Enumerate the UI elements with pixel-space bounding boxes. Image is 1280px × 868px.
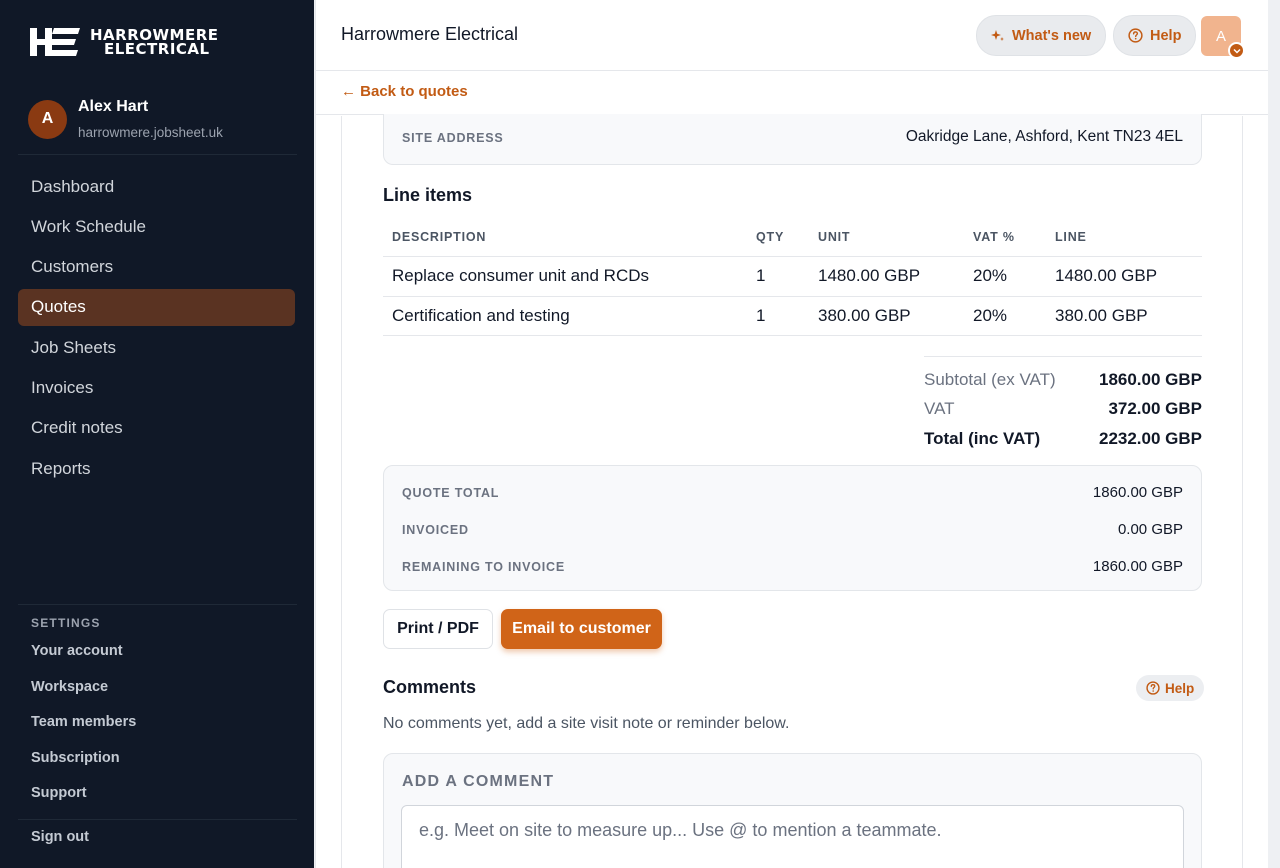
avatar: A [28, 99, 67, 139]
column-header-vat: VAT % [973, 230, 1015, 244]
sidebar-item-quotes[interactable]: Quotes [18, 288, 295, 326]
help-label: Help [1150, 27, 1182, 44]
chevron-down-icon [1228, 42, 1245, 59]
totals-block: Subtotal (ex VAT) 1860.00 GBP VAT 372.00… [924, 356, 1202, 448]
vat-row: VAT 372.00 GBP [924, 399, 1202, 429]
cell-qty: 1 [756, 266, 766, 285]
sidebar-item-customers[interactable]: Customers [18, 249, 295, 286]
help-label: Help [1165, 680, 1195, 696]
column-header-line: LINE [1055, 230, 1087, 244]
user-domain: harrowmere.jobsheet.uk [78, 125, 223, 140]
comments-help-button[interactable]: Help [1136, 675, 1205, 701]
vat-label: VAT [924, 399, 955, 418]
site-address-label: SITE ADDRESS [402, 131, 504, 145]
brand-logo[interactable]: HARROWMERE ELECTRICAL [30, 26, 219, 58]
settings-heading: SETTINGS [31, 616, 101, 630]
topbar: Harrowmere Electrical What's new Help A [316, 0, 1269, 71]
whats-new-button[interactable]: What's new [976, 15, 1107, 56]
sign-out-link[interactable]: Sign out [31, 829, 89, 845]
cell-line: 1480.00 GBP [1055, 266, 1158, 285]
column-header-description: DESCRIPTION [392, 230, 487, 244]
main-panel: Harrowmere Electrical What's new Help A … [315, 0, 1269, 868]
subtotal-row: Subtotal (ex VAT) 1860.00 GBP [924, 370, 1202, 400]
user-profile[interactable]: A Alex Hart harrowmere.jobsheet.uk [28, 98, 223, 140]
cell-line: 380.00 GBP [1055, 306, 1148, 325]
empty-comments-text: No comments yet, add a site visit note o… [383, 715, 790, 732]
settings-item-subscription[interactable]: Subscription [31, 750, 136, 786]
page-title: Harrowmere Electrical [341, 24, 519, 44]
settings-nav: Your account Workspace Team members Subs… [31, 643, 136, 821]
add-comment-label: ADD A COMMENT [402, 773, 555, 790]
back-bar: ← Back to quotes [316, 72, 1269, 115]
settings-item-team-members[interactable]: Team members [31, 714, 136, 750]
comments-heading: Comments [383, 677, 477, 697]
cell-unit: 1480.00 GBP [818, 266, 921, 285]
whats-new-label: What's new [1012, 27, 1092, 44]
quote-detail: SITE ADDRESS Oakridge Lane, Ashford, Ken… [341, 114, 1243, 868]
cell-vat: 20% [973, 306, 1008, 325]
settings-item-workspace[interactable]: Workspace [31, 679, 136, 715]
sidebar-item-job-sheets[interactable]: Job Sheets [18, 329, 295, 366]
vat-value: 372.00 GBP [1108, 399, 1202, 418]
divider [18, 819, 297, 820]
table-row: Certification and testing 1 380.00 GBP 2… [383, 296, 1202, 336]
sidebar: HARROWMERE ELECTRICAL A Alex Hart harrow… [0, 0, 314, 868]
subtotal-label: Subtotal (ex VAT) [924, 370, 1056, 389]
sidebar-item-work-schedule[interactable]: Work Schedule [18, 208, 295, 245]
remaining-label: REMAINING TO INVOICE [402, 560, 566, 574]
subtotal-value: 1860.00 GBP [1098, 370, 1202, 389]
account-menu-button[interactable]: A [1201, 16, 1245, 59]
email-to-customer-button[interactable]: Email to customer [501, 609, 662, 649]
table-row: Replace consumer unit and RCDs 1 1480.00… [383, 256, 1202, 296]
column-header-qty: QTY [756, 230, 785, 244]
sidebar-nav: Dashboard Work Schedule Customers Quotes… [18, 168, 295, 490]
divider [18, 154, 297, 155]
sidebar-item-credit-notes[interactable]: Credit notes [18, 410, 295, 447]
total-row: Total (inc VAT) 2232.00 GBP [924, 429, 1202, 459]
cell-unit: 380.00 GBP [818, 306, 911, 325]
help-circle-icon [1146, 681, 1160, 695]
line-items-heading: Line items [383, 185, 473, 205]
cell-qty: 1 [756, 306, 766, 325]
invoiced-value: 0.00 GBP [1117, 521, 1183, 538]
quote-total-label: QUOTE TOTAL [402, 486, 500, 500]
column-header-unit: UNIT [818, 230, 851, 244]
site-address-value: Oakridge Lane, Ashford, Kent TN23 4EL [905, 128, 1183, 145]
remaining-value: 1860.00 GBP [1092, 558, 1183, 575]
sidebar-item-dashboard[interactable]: Dashboard [18, 168, 295, 205]
comment-input[interactable] [401, 805, 1184, 868]
logo-line-2: ELECTRICAL [104, 40, 210, 58]
divider [18, 604, 297, 605]
sidebar-item-invoices[interactable]: Invoices [18, 369, 295, 406]
back-to-quotes-link[interactable]: ← Back to quotes [341, 83, 468, 100]
user-name: Alex Hart [78, 98, 149, 115]
settings-item-your-account[interactable]: Your account [31, 643, 136, 679]
sparkle-icon [991, 29, 1004, 41]
cell-description: Replace consumer unit and RCDs [392, 266, 650, 285]
invoice-summary-card: QUOTE TOTAL 1860.00 GBP INVOICED 0.00 GB… [383, 465, 1202, 591]
total-value: 2232.00 GBP [1098, 429, 1202, 448]
quote-total-value: 1860.00 GBP [1092, 484, 1183, 501]
sidebar-item-reports[interactable]: Reports [18, 450, 295, 487]
site-address-card: SITE ADDRESS Oakridge Lane, Ashford, Ken… [383, 114, 1202, 165]
avatar: A [1215, 27, 1226, 45]
cell-vat: 20% [973, 266, 1008, 285]
total-label: Total (inc VAT) [924, 429, 1041, 448]
help-circle-icon [1128, 28, 1143, 43]
scrollbar[interactable] [1268, 0, 1280, 868]
he-monogram-icon [30, 28, 80, 56]
cell-description: Certification and testing [392, 306, 570, 325]
add-comment-card: ADD A COMMENT [383, 753, 1202, 868]
invoiced-label: INVOICED [402, 523, 469, 537]
print-pdf-button[interactable]: Print / PDF [383, 609, 493, 649]
help-button[interactable]: Help [1113, 15, 1197, 56]
settings-item-support[interactable]: Support [31, 785, 136, 821]
